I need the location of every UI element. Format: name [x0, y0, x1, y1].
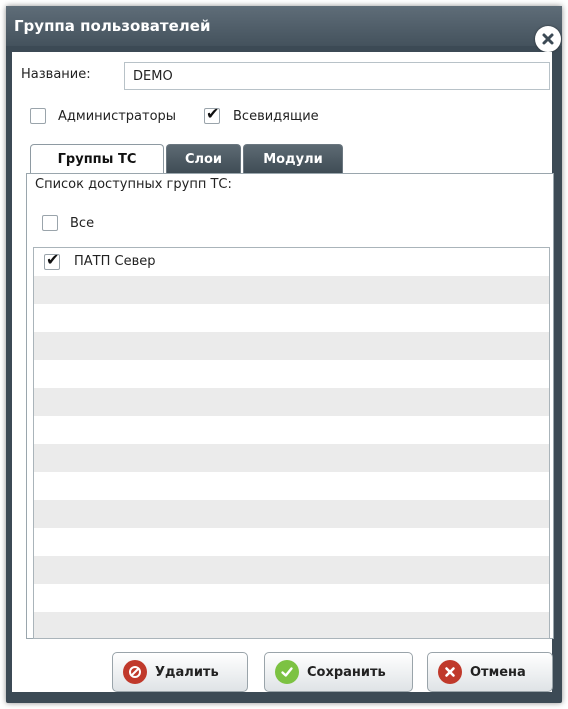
list-row-empty: [34, 416, 549, 444]
name-input[interactable]: [124, 62, 550, 90]
save-check-icon: [275, 660, 299, 684]
cancel-button-label: Отмена: [470, 664, 526, 680]
cancel-x-icon: [438, 660, 462, 684]
administrators-checkbox[interactable]: [30, 108, 46, 124]
checkmark-icon: ✔: [46, 250, 60, 269]
close-button[interactable]: [535, 26, 561, 52]
tab-vehicle-groups[interactable]: Группы ТС: [30, 144, 164, 174]
list-item-label: ПАТП Север: [74, 254, 156, 269]
list-row-empty: [34, 528, 549, 556]
cancel-button[interactable]: Отмена: [427, 652, 553, 692]
list-item-checkbox[interactable]: ✔: [44, 250, 60, 270]
administrators-label: Администраторы: [58, 109, 177, 124]
delete-button[interactable]: Удалить: [112, 652, 248, 692]
list-row-empty: [34, 584, 549, 612]
delete-button-label: Удалить: [155, 664, 219, 680]
list-row-empty: [34, 472, 549, 500]
name-label: Название:: [21, 67, 91, 82]
checkmark-icon: ✔: [206, 104, 220, 123]
panel-caption: Список доступных групп ТС:: [35, 177, 232, 192]
see-all-label: Всевидящие: [233, 109, 319, 124]
list-row-empty: [34, 332, 549, 360]
dialog-title: Группа пользователей: [14, 17, 211, 35]
list-row-empty: [34, 276, 549, 304]
vehicle-group-list[interactable]: ✔ ПАТП Север: [33, 247, 550, 639]
list-row-empty: [34, 444, 549, 472]
save-button[interactable]: Сохранить: [264, 652, 413, 692]
dialog-titlebar[interactable]: Группа пользователей: [6, 6, 562, 46]
see-all-checkbox[interactable]: ✔: [204, 104, 220, 124]
close-icon: [542, 33, 554, 45]
list-row-empty: [34, 360, 549, 388]
delete-icon: [123, 660, 147, 684]
select-all-checkbox[interactable]: [42, 215, 58, 231]
list-row-empty: [34, 612, 549, 638]
tab-modules[interactable]: Модули: [243, 144, 343, 173]
tab-layers[interactable]: Слои: [166, 144, 241, 173]
list-row-empty: [34, 388, 549, 416]
list-item[interactable]: ✔ ПАТП Север: [34, 248, 549, 276]
list-row-empty: [34, 500, 549, 528]
list-row-empty: [34, 556, 549, 584]
list-row-empty: [34, 304, 549, 332]
select-all-label: Все: [70, 216, 95, 231]
save-button-label: Сохранить: [307, 664, 386, 680]
